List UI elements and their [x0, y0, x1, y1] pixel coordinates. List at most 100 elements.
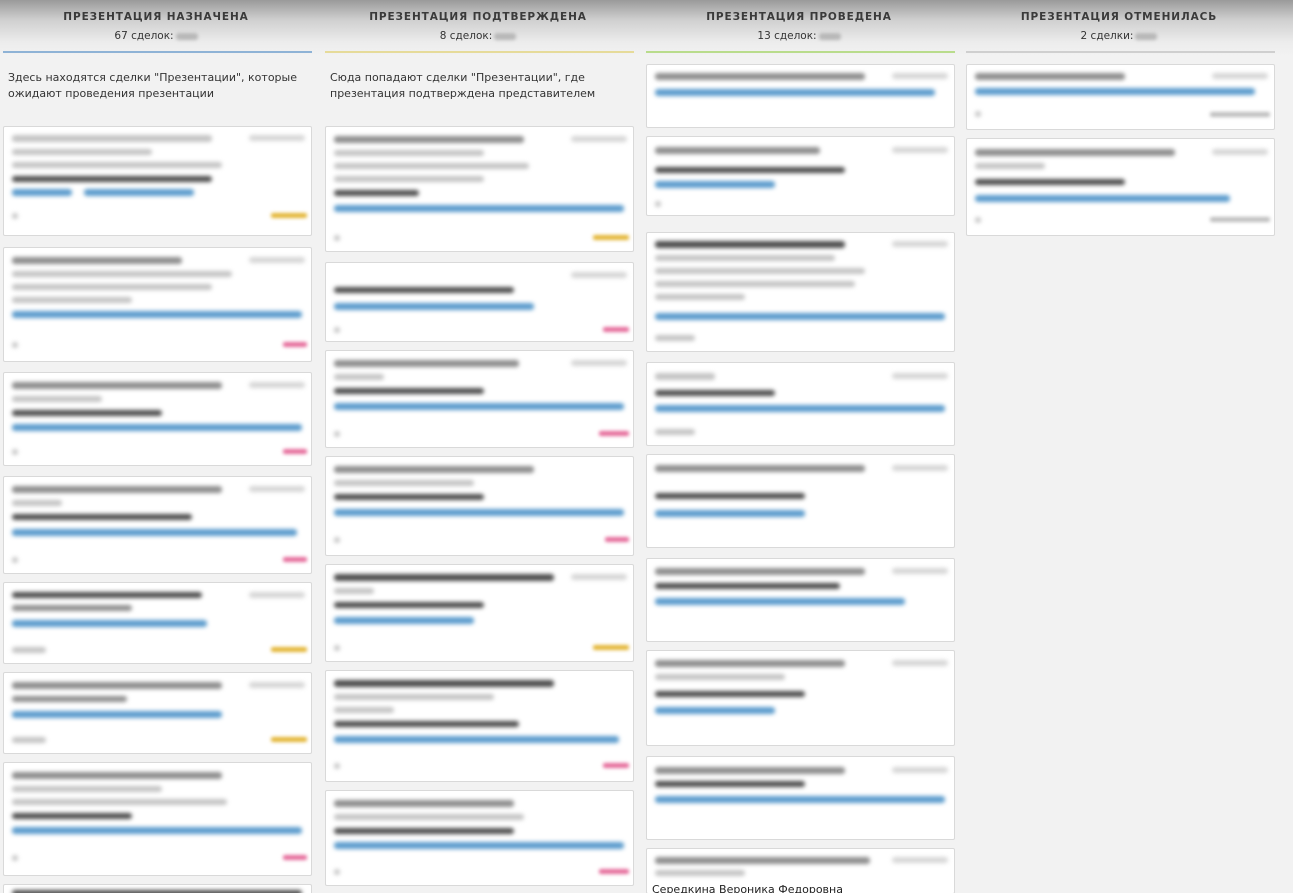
redacted-text [655, 147, 820, 154]
deal-card[interactable] [3, 672, 312, 754]
contact-name-redacted [334, 494, 484, 500]
deal-link-redacted[interactable] [334, 403, 624, 410]
deal-card[interactable] [325, 790, 634, 886]
deal-link-redacted[interactable] [334, 842, 624, 849]
redacted-text [12, 500, 62, 506]
deal-link-redacted[interactable] [84, 189, 194, 196]
deal-link-redacted[interactable] [975, 88, 1255, 95]
deal-card[interactable] [646, 558, 955, 642]
column-presentation-done: ПРЕЗЕНТАЦИЯ ПРОВЕДЕНА 13 сделок: Середки… [643, 0, 955, 893]
deal-link-redacted[interactable] [334, 205, 624, 212]
deal-link-redacted[interactable] [12, 189, 72, 196]
deal-card[interactable] [646, 362, 955, 446]
deal-card[interactable] [646, 756, 955, 840]
redacted-text [12, 284, 212, 290]
deal-card[interactable] [646, 650, 955, 746]
deal-card[interactable] [646, 232, 955, 352]
deal-card[interactable] [325, 670, 634, 782]
redacted-text [12, 162, 222, 168]
deal-date-redacted [571, 574, 627, 580]
deal-date-redacted [892, 857, 948, 863]
deal-link-redacted[interactable] [334, 509, 624, 516]
deal-card[interactable] [3, 884, 312, 893]
redacted-text [975, 163, 1045, 169]
column-description: Сюда попадают сделки "Презентации", где … [330, 71, 596, 100]
deal-tag-redacted [1210, 112, 1270, 117]
deal-link-redacted[interactable] [655, 405, 945, 412]
deal-count: 67 сделок: [0, 30, 312, 42]
deal-link-redacted[interactable] [12, 424, 302, 431]
redacted-text [334, 480, 474, 486]
deal-tag-redacted [603, 327, 629, 332]
deal-link-redacted[interactable] [655, 313, 945, 320]
deal-sum-redacted [1135, 32, 1158, 40]
redacted-text [655, 294, 745, 300]
redacted-text [334, 176, 484, 182]
redacted-text [334, 235, 340, 241]
deal-card[interactable] [966, 64, 1275, 130]
deal-date-redacted [892, 241, 948, 247]
redacted-text [655, 429, 695, 435]
deal-card[interactable] [325, 350, 634, 448]
deal-card[interactable]: Середкина Вероника Федоровна [646, 848, 955, 893]
deal-tag-redacted [271, 213, 307, 218]
deal-link-redacted[interactable] [12, 827, 302, 834]
deal-card[interactable] [3, 582, 312, 664]
contact-name-redacted [334, 574, 554, 581]
deal-tag-redacted [599, 869, 629, 874]
redacted-text [975, 111, 981, 117]
redacted-text [12, 486, 222, 493]
deal-card[interactable] [3, 762, 312, 876]
redacted-text [334, 431, 340, 437]
deal-card[interactable] [646, 454, 955, 548]
deal-sum-redacted [175, 32, 198, 40]
deal-card[interactable] [646, 64, 955, 128]
deal-link-redacted[interactable] [334, 303, 534, 310]
deal-link-redacted[interactable] [334, 736, 619, 743]
contact-name-redacted [12, 592, 202, 598]
deal-count: 2 сделки: [963, 30, 1275, 42]
deal-tag-redacted [593, 645, 629, 650]
deal-card[interactable] [325, 456, 634, 556]
deal-tag-redacted [599, 431, 629, 436]
redacted-text [12, 855, 18, 861]
deal-card[interactable] [325, 126, 634, 252]
redacted-text [655, 281, 855, 287]
contact-name-redacted [655, 781, 805, 787]
deal-date-redacted [892, 767, 948, 773]
deal-link-redacted[interactable] [655, 89, 935, 96]
deal-card[interactable] [325, 262, 634, 342]
deal-link-redacted[interactable] [12, 529, 297, 536]
redacted-text [334, 327, 340, 333]
contact-name-redacted [334, 388, 484, 394]
column-header: ПРЕЗЕНТАЦИЯ НАЗНАЧЕНА 67 сделок: [0, 0, 312, 53]
deal-link-redacted[interactable] [12, 620, 207, 627]
deal-card[interactable] [646, 136, 955, 216]
redacted-text [334, 163, 529, 169]
deal-card[interactable] [325, 564, 634, 662]
deal-card[interactable] [3, 476, 312, 574]
redacted-text [334, 814, 524, 820]
deal-link-redacted[interactable] [12, 311, 302, 318]
deal-card[interactable] [3, 247, 312, 362]
deal-date-redacted [1212, 73, 1268, 79]
redacted-text [12, 449, 18, 455]
deal-link-redacted[interactable] [655, 181, 775, 188]
contact-name-redacted [12, 176, 212, 182]
contact-name-redacted [655, 241, 845, 248]
deal-date-redacted [892, 73, 948, 79]
deal-card[interactable] [966, 138, 1275, 236]
deal-date-redacted [892, 660, 948, 666]
deal-link-redacted[interactable] [655, 510, 805, 517]
deal-link-redacted[interactable] [334, 617, 474, 624]
deal-link-redacted[interactable] [975, 195, 1230, 202]
deal-card[interactable] [3, 372, 312, 466]
deal-link-redacted[interactable] [12, 711, 222, 718]
deal-tag-redacted [283, 855, 307, 860]
contact-name[interactable]: Середкина Вероника Федоровна [652, 883, 843, 893]
deal-link-redacted[interactable] [655, 598, 905, 605]
deal-card[interactable] [3, 126, 312, 236]
redacted-text [655, 255, 835, 261]
deal-link-redacted[interactable] [655, 796, 945, 803]
deal-link-redacted[interactable] [655, 707, 775, 714]
